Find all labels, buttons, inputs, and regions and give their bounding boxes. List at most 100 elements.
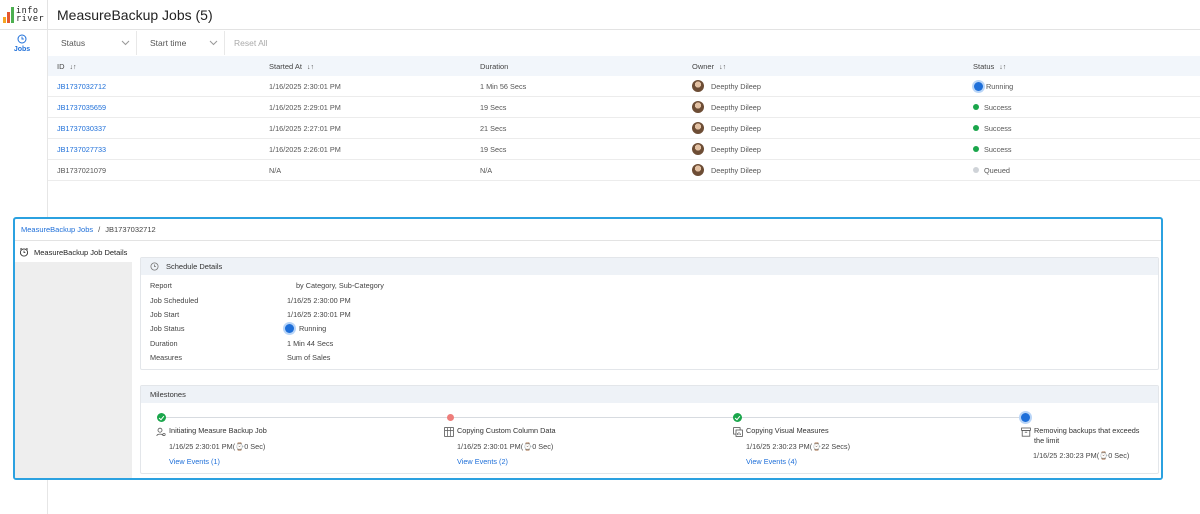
- alarm-clock-icon: [19, 247, 29, 257]
- duration-cell: 19 Secs: [480, 144, 507, 154]
- start-time-filter-dropdown[interactable]: Start time: [137, 31, 225, 55]
- owner-name: Deepthy Dileep: [711, 123, 761, 133]
- view-events-link[interactable]: View Events (1): [169, 457, 267, 466]
- status-success-icon: [973, 104, 979, 110]
- inforiver-logo[interactable]: info river: [0, 0, 48, 30]
- status-badge: Queued: [984, 165, 1010, 175]
- milestone-time: 1/16/25 2:30:23 PM(⌚0 Sec): [1033, 451, 1130, 460]
- status-cell: Success: [964, 145, 1200, 154]
- table-row[interactable]: JB1737030337 1/16/2025 2:27:01 PM 21 Secs D…: [48, 118, 1200, 139]
- table-row[interactable]: JB1737021079 N/A N/A Deepthy Dileep Queued: [48, 160, 1200, 181]
- schedule-row: Measures Sum of Sales: [150, 353, 330, 362]
- status-badge: Success: [984, 123, 1012, 133]
- page-title: MeasureBackup Jobs (5): [57, 6, 213, 23]
- owner-name: Deepthy Dileep: [711, 81, 761, 91]
- owner-cell: Deepthy Dileep: [683, 164, 964, 176]
- job-details-panel: MeasureBackup Jobs / JB1737032712 Measur…: [13, 217, 1163, 480]
- status-cell: Queued: [964, 166, 1200, 175]
- job-id-link[interactable]: JB1737027733: [57, 145, 106, 154]
- clock-icon: [17, 34, 27, 44]
- owner-cell: Deepthy Dileep: [683, 143, 964, 155]
- side-nav-label: MeasureBackup Job Details: [34, 247, 128, 257]
- table-row[interactable]: JB1737027733 1/16/2025 2:26:01 PM 19 Secs D…: [48, 139, 1200, 160]
- schedule-details-header: Schedule Details: [141, 258, 1158, 275]
- clock-icon: [150, 262, 159, 271]
- duration-cell: 1 Min 56 Secs: [480, 81, 527, 91]
- started-at-cell: 1/16/2025 2:30:01 PM: [269, 81, 341, 91]
- owner-name: Deepthy Dileep: [711, 165, 761, 175]
- started-at-cell: 1/16/2025 2:29:01 PM: [269, 102, 341, 112]
- job-id-link[interactable]: JB1737030337: [57, 124, 106, 133]
- breadcrumb: MeasureBackup Jobs / JB1737032712: [15, 219, 1161, 241]
- filter-bar: Status Start time Reset All: [48, 31, 268, 55]
- job-id-link[interactable]: JB1737032712: [57, 82, 106, 91]
- milestone-time: 1/16/25 2:30:23 PM(⌚22 Secs): [746, 442, 851, 451]
- schedule-row: Job Scheduled 1/16/25 2:30:00 PM: [150, 296, 351, 305]
- status-cell: Running: [964, 81, 1200, 91]
- schedule-label: Job Status: [150, 324, 185, 333]
- milestone-item: Copying Visual Measures 1/16/25 2:30:23 P…: [733, 426, 850, 466]
- schedule-label: Duration: [150, 339, 178, 348]
- column-header-owner[interactable]: Owner ↓↑: [683, 62, 964, 71]
- status-cell: Success: [964, 103, 1200, 112]
- owner-cell: Deepthy Dileep: [683, 80, 964, 92]
- owner-name: Deepthy Dileep: [711, 102, 761, 112]
- schedule-label: Measures: [150, 353, 183, 362]
- start-time-filter-label: Start time: [150, 38, 187, 48]
- column-header-status[interactable]: Status ↓↑: [964, 62, 1200, 71]
- breadcrumb-root-link[interactable]: MeasureBackup Jobs: [21, 225, 93, 234]
- milestones-card: Milestones Initiating Measure Backup Job…: [140, 385, 1159, 474]
- side-nav-item-job-details[interactable]: MeasureBackup Job Details: [15, 242, 132, 262]
- column-header-id[interactable]: ID ↓↑: [48, 62, 260, 71]
- avatar: [692, 122, 704, 134]
- avatar: [692, 143, 704, 155]
- milestones-title: Milestones: [150, 390, 186, 399]
- status-success-icon: [973, 146, 979, 152]
- chevron-down-icon: [121, 40, 130, 46]
- sidebar-item-label: Jobs: [13, 46, 31, 53]
- logo-bars-icon: [3, 6, 14, 23]
- sort-icon[interactable]: ↓↑: [999, 64, 1006, 71]
- status-queued-icon: [973, 167, 979, 173]
- archive-icon: [1021, 427, 1031, 437]
- sort-icon[interactable]: ↓↑: [70, 64, 77, 71]
- sort-icon[interactable]: ↓↑: [307, 64, 314, 71]
- milestone-title: Copying Visual Measures: [746, 426, 829, 435]
- owner-name: Deepthy Dileep: [711, 144, 761, 154]
- duration-cell: N/A: [480, 165, 493, 175]
- sort-icon[interactable]: ↓↑: [719, 64, 726, 71]
- top-bar: info river MeasureBackup Jobs (5): [0, 0, 1200, 30]
- duration-cell: 21 Secs: [480, 123, 507, 133]
- breadcrumb-separator: /: [98, 225, 101, 234]
- milestone-item: Removing backups that exceeds the limit 1…: [1021, 426, 1146, 460]
- jobs-table: ID ↓↑ Started At ↓↑ Duration Owner ↓↑ Statu…: [48, 56, 1200, 181]
- status-success-icon: [973, 125, 979, 131]
- view-events-link[interactable]: View Events (2): [457, 457, 556, 466]
- schedule-row: Job Status Running: [150, 324, 326, 333]
- table-row[interactable]: JB1737035659 1/16/2025 2:29:01 PM 19 Secs D…: [48, 97, 1200, 118]
- started-at-cell: N/A: [269, 165, 282, 175]
- schedule-value: 1/16/25 2:30:01 PM: [287, 310, 351, 319]
- column-header-duration: Duration: [480, 61, 509, 71]
- milestone-title: Copying Custom Column Data: [457, 426, 556, 435]
- app-root: info river MeasureBackup Jobs (5) Jobs S…: [0, 0, 1200, 514]
- schedule-row: Duration 1 Min 44 Secs: [150, 339, 333, 348]
- status-filter-dropdown[interactable]: Status: [48, 31, 137, 55]
- status-running-icon: [974, 81, 983, 91]
- job-id-text: JB1737021079: [57, 165, 107, 175]
- milestone-check-icon: [157, 413, 166, 422]
- started-at-cell: 1/16/2025 2:27:01 PM: [269, 123, 341, 133]
- schedule-label: Job Start: [150, 310, 180, 319]
- chevron-down-icon: [209, 40, 218, 46]
- milestone-title: Removing backups that exceeds the limit: [1034, 426, 1140, 445]
- status-badge: Running: [986, 81, 1014, 91]
- job-id-link[interactable]: JB1737035659: [57, 103, 106, 112]
- milestone-error-icon: [447, 414, 454, 421]
- sidebar-item-jobs[interactable]: Jobs: [0, 34, 44, 53]
- status-cell: Success: [964, 124, 1200, 133]
- reset-all-button[interactable]: Reset All: [225, 38, 268, 48]
- table-row[interactable]: JB1737032712 1/16/2025 2:30:01 PM 1 Min 56…: [48, 76, 1200, 97]
- column-header-started-at[interactable]: Started At ↓↑: [260, 62, 471, 71]
- logo-text: info river: [16, 5, 45, 24]
- view-events-link[interactable]: View Events (4): [746, 457, 850, 466]
